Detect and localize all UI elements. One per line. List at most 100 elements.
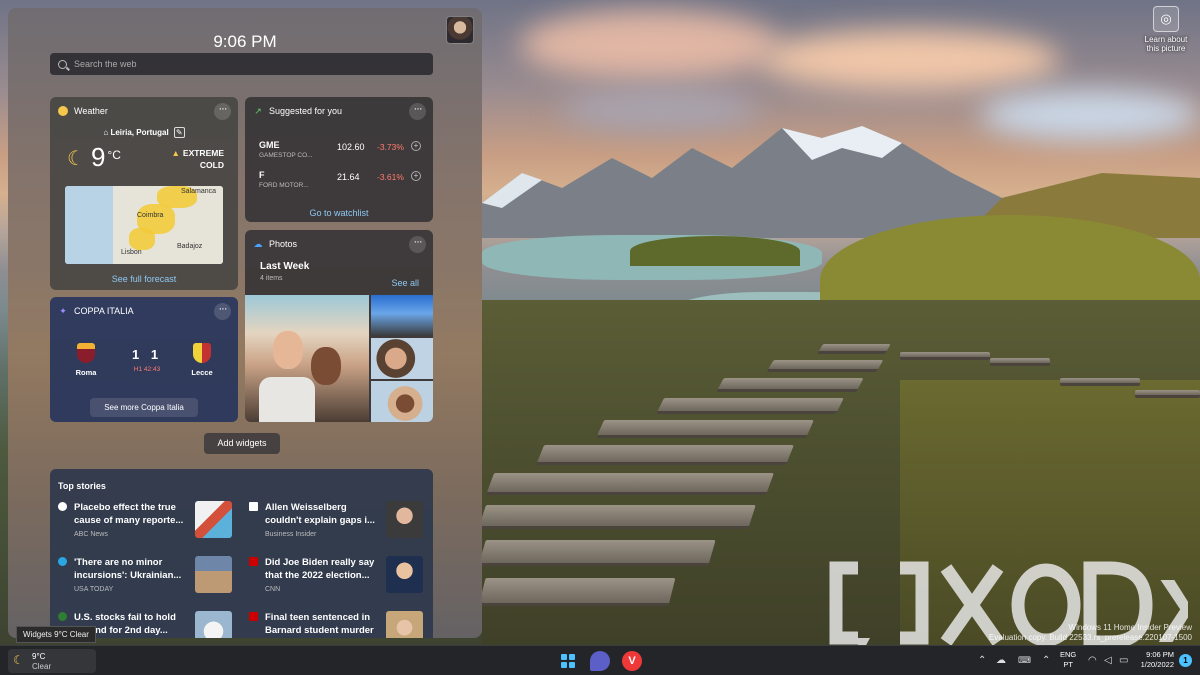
stock-change: -3.61% <box>377 172 404 182</box>
add-to-watchlist-icon[interactable]: + <box>411 171 421 181</box>
onedrive-icon[interactable]: ☁ <box>996 655 1006 666</box>
notification-badge[interactable]: 1 <box>1179 654 1192 667</box>
taskbar-weather-temp: 9°C <box>32 652 46 661</box>
story-headline: U.S. stocks fail to hold <box>74 612 176 623</box>
story-headline: incursions': Ukrainian... <box>74 570 182 581</box>
coppa-title: COPPA ITALIA <box>74 306 134 316</box>
story-item[interactable]: Allen Weisselberg couldn't explain gaps … <box>249 501 427 549</box>
learn-about-picture-button[interactable]: ◎ Learn about this picture <box>1142 6 1190 53</box>
coppa-italia-widget[interactable]: ✦ COPPA ITALIA ··· Roma 1 1 H1 42:43 Lec… <box>50 297 238 422</box>
weather-widget[interactable]: Weather ··· ⌂ Leiria, Portugal ✎ ☾ 9 °C … <box>50 97 238 290</box>
photos-widget[interactable]: ☁ Photos ··· Last Week 4 items See all <box>245 230 433 422</box>
stock-change: -3.73% <box>377 142 404 152</box>
usa-today-icon <box>58 557 67 566</box>
photo-main[interactable] <box>245 295 369 422</box>
widgets-board: 9:06 PM Search the web Weather ··· ⌂ Lei… <box>8 8 482 638</box>
story-item[interactable]: Did Joe Biden really say that the 2022 e… <box>249 556 427 604</box>
match-score: 1 1 <box>128 347 166 362</box>
photos-more-button[interactable]: ··· <box>409 236 426 253</box>
photo-thumbnail[interactable] <box>371 295 433 336</box>
stock-name: FORD MOTOR... <box>259 182 309 189</box>
coppa-header: ✦ COPPA ITALIA <box>58 306 134 316</box>
stock-row[interactable]: F FORD MOTOR... 21.64 -3.61% + <box>259 170 423 189</box>
photos-count: 4 items <box>260 275 283 282</box>
watermark-build: Evaluation copy. Build 22533.rs_prerelea… <box>988 633 1192 642</box>
keyboard-icon[interactable]: ⌨ <box>1018 655 1031 666</box>
sports-runner-icon: ✦ <box>59 306 67 316</box>
story-thumbnail <box>386 501 423 538</box>
weather-location[interactable]: ⌂ Leiria, Portugal ✎ <box>50 127 238 138</box>
wallpaper-mountains <box>482 126 1200 238</box>
edit-pencil-icon[interactable]: ✎ <box>173 127 185 138</box>
weather-forecast-link[interactable]: See full forecast <box>112 274 177 284</box>
stock-row[interactable]: GME GAMESTOP CO... 102.60 -3.73% + <box>259 140 423 159</box>
wifi-icon[interactable]: ◠ <box>1088 655 1097 666</box>
language-code: ENG <box>1060 650 1077 659</box>
start-button[interactable] <box>558 651 578 671</box>
story-item[interactable]: 'There are no minor incursions': Ukraini… <box>58 556 236 604</box>
board-time: 9:06 PM <box>213 32 277 51</box>
stocks-title: Suggested for you <box>269 106 343 116</box>
away-team[interactable]: Lecce <box>177 343 227 377</box>
add-to-watchlist-icon[interactable]: + <box>411 141 421 151</box>
story-source: ABC News <box>74 531 108 538</box>
story-source: CNN <box>265 586 281 593</box>
story-thumbnail <box>386 611 423 638</box>
story-thumbnail <box>195 611 232 638</box>
news-source-icon <box>249 612 258 621</box>
story-headline: cause of many reporte... <box>74 515 184 526</box>
weather-more-button[interactable]: ··· <box>214 103 231 120</box>
stocks-widget[interactable]: ↗ Suggested for you ··· GME GAMESTOP CO.… <box>245 97 433 222</box>
map-city-label: Badajoz <box>177 243 203 250</box>
web-search-input[interactable]: Search the web <box>50 53 433 76</box>
volume-icon[interactable]: ◁ <box>1104 655 1112 666</box>
weather-map-alert-area <box>129 228 155 250</box>
stocks-more-button[interactable]: ··· <box>409 103 426 120</box>
chevron-up-icon[interactable]: ⌃ <box>1042 655 1050 666</box>
home-team-name: Roma <box>75 368 97 377</box>
taskbar-date: 1/20/2022 <box>1140 660 1174 669</box>
watchlist-link[interactable]: Go to watchlist <box>309 208 368 218</box>
lecce-crest-icon <box>193 343 211 363</box>
story-thumbnail <box>386 556 423 593</box>
user-avatar[interactable] <box>446 16 474 44</box>
stocks-header: ↗ Suggested for you <box>253 106 342 116</box>
trending-up-icon: ↗ <box>254 106 262 116</box>
photo-thumbnail[interactable] <box>371 381 433 422</box>
weather-temperature: 9 <box>90 142 106 172</box>
taskbar-weather-widget[interactable]: ☾ 9°C Clear <box>8 649 96 673</box>
story-item[interactable]: Final teen sentenced in Barnard student … <box>249 611 427 638</box>
story-headline: Barnard student murder <box>265 625 374 636</box>
stock-name: GAMESTOP CO... <box>259 152 313 159</box>
weather-map[interactable]: Salamanca Coimbra Lisbon Badajoz <box>65 186 223 264</box>
weather-header: Weather <box>58 106 108 116</box>
vivaldi-icon[interactable]: V <box>622 651 642 671</box>
story-headline: Allen Weisselberg <box>265 502 347 513</box>
input-language[interactable]: ENG PT <box>1060 650 1076 670</box>
battery-icon[interactable]: ▭ <box>1119 655 1128 666</box>
moon-icon: ☾ <box>13 653 24 667</box>
photos-see-all-link[interactable]: See all <box>391 278 419 288</box>
watermark-edition: Windows 11 Home Insider Preview <box>1068 623 1192 632</box>
top-stories-widget: Top stories Placebo effect the true caus… <box>50 469 433 638</box>
cnn-icon <box>249 557 258 566</box>
coppa-more-link[interactable]: See more Coppa Italia <box>90 398 198 417</box>
add-widgets-button[interactable]: Add widgets <box>204 433 280 454</box>
region-code: PT <box>1063 660 1073 669</box>
story-item[interactable]: Placebo effect the true cause of many re… <box>58 501 236 549</box>
coppa-more-button[interactable]: ··· <box>214 303 231 320</box>
stock-price: 21.64 <box>337 172 360 182</box>
chevron-up-icon[interactable]: ⌃ <box>978 655 986 666</box>
taskbar-clock[interactable]: 9:06 PM 1/20/2022 <box>1138 650 1174 670</box>
photo-thumbnail[interactable] <box>371 338 433 379</box>
map-city-label: Salamanca <box>181 188 217 195</box>
chat-icon[interactable] <box>590 651 610 671</box>
away-score: 1 <box>150 347 163 362</box>
wallpaper-cloud <box>760 30 1060 90</box>
taskbar: ☾ 9°C Clear V ⌃ ☁ ⌨ ⌃ ENG PT ◠ ◁ ▭ 9:06 … <box>0 645 1200 675</box>
story-headline: couldn't explain gaps i... <box>265 515 375 526</box>
weather-alert[interactable]: ▲ EXTREME COLD <box>171 147 224 171</box>
home-team[interactable]: Roma <box>61 343 111 377</box>
story-thumbnail <box>195 501 232 538</box>
business-insider-icon <box>249 502 258 511</box>
